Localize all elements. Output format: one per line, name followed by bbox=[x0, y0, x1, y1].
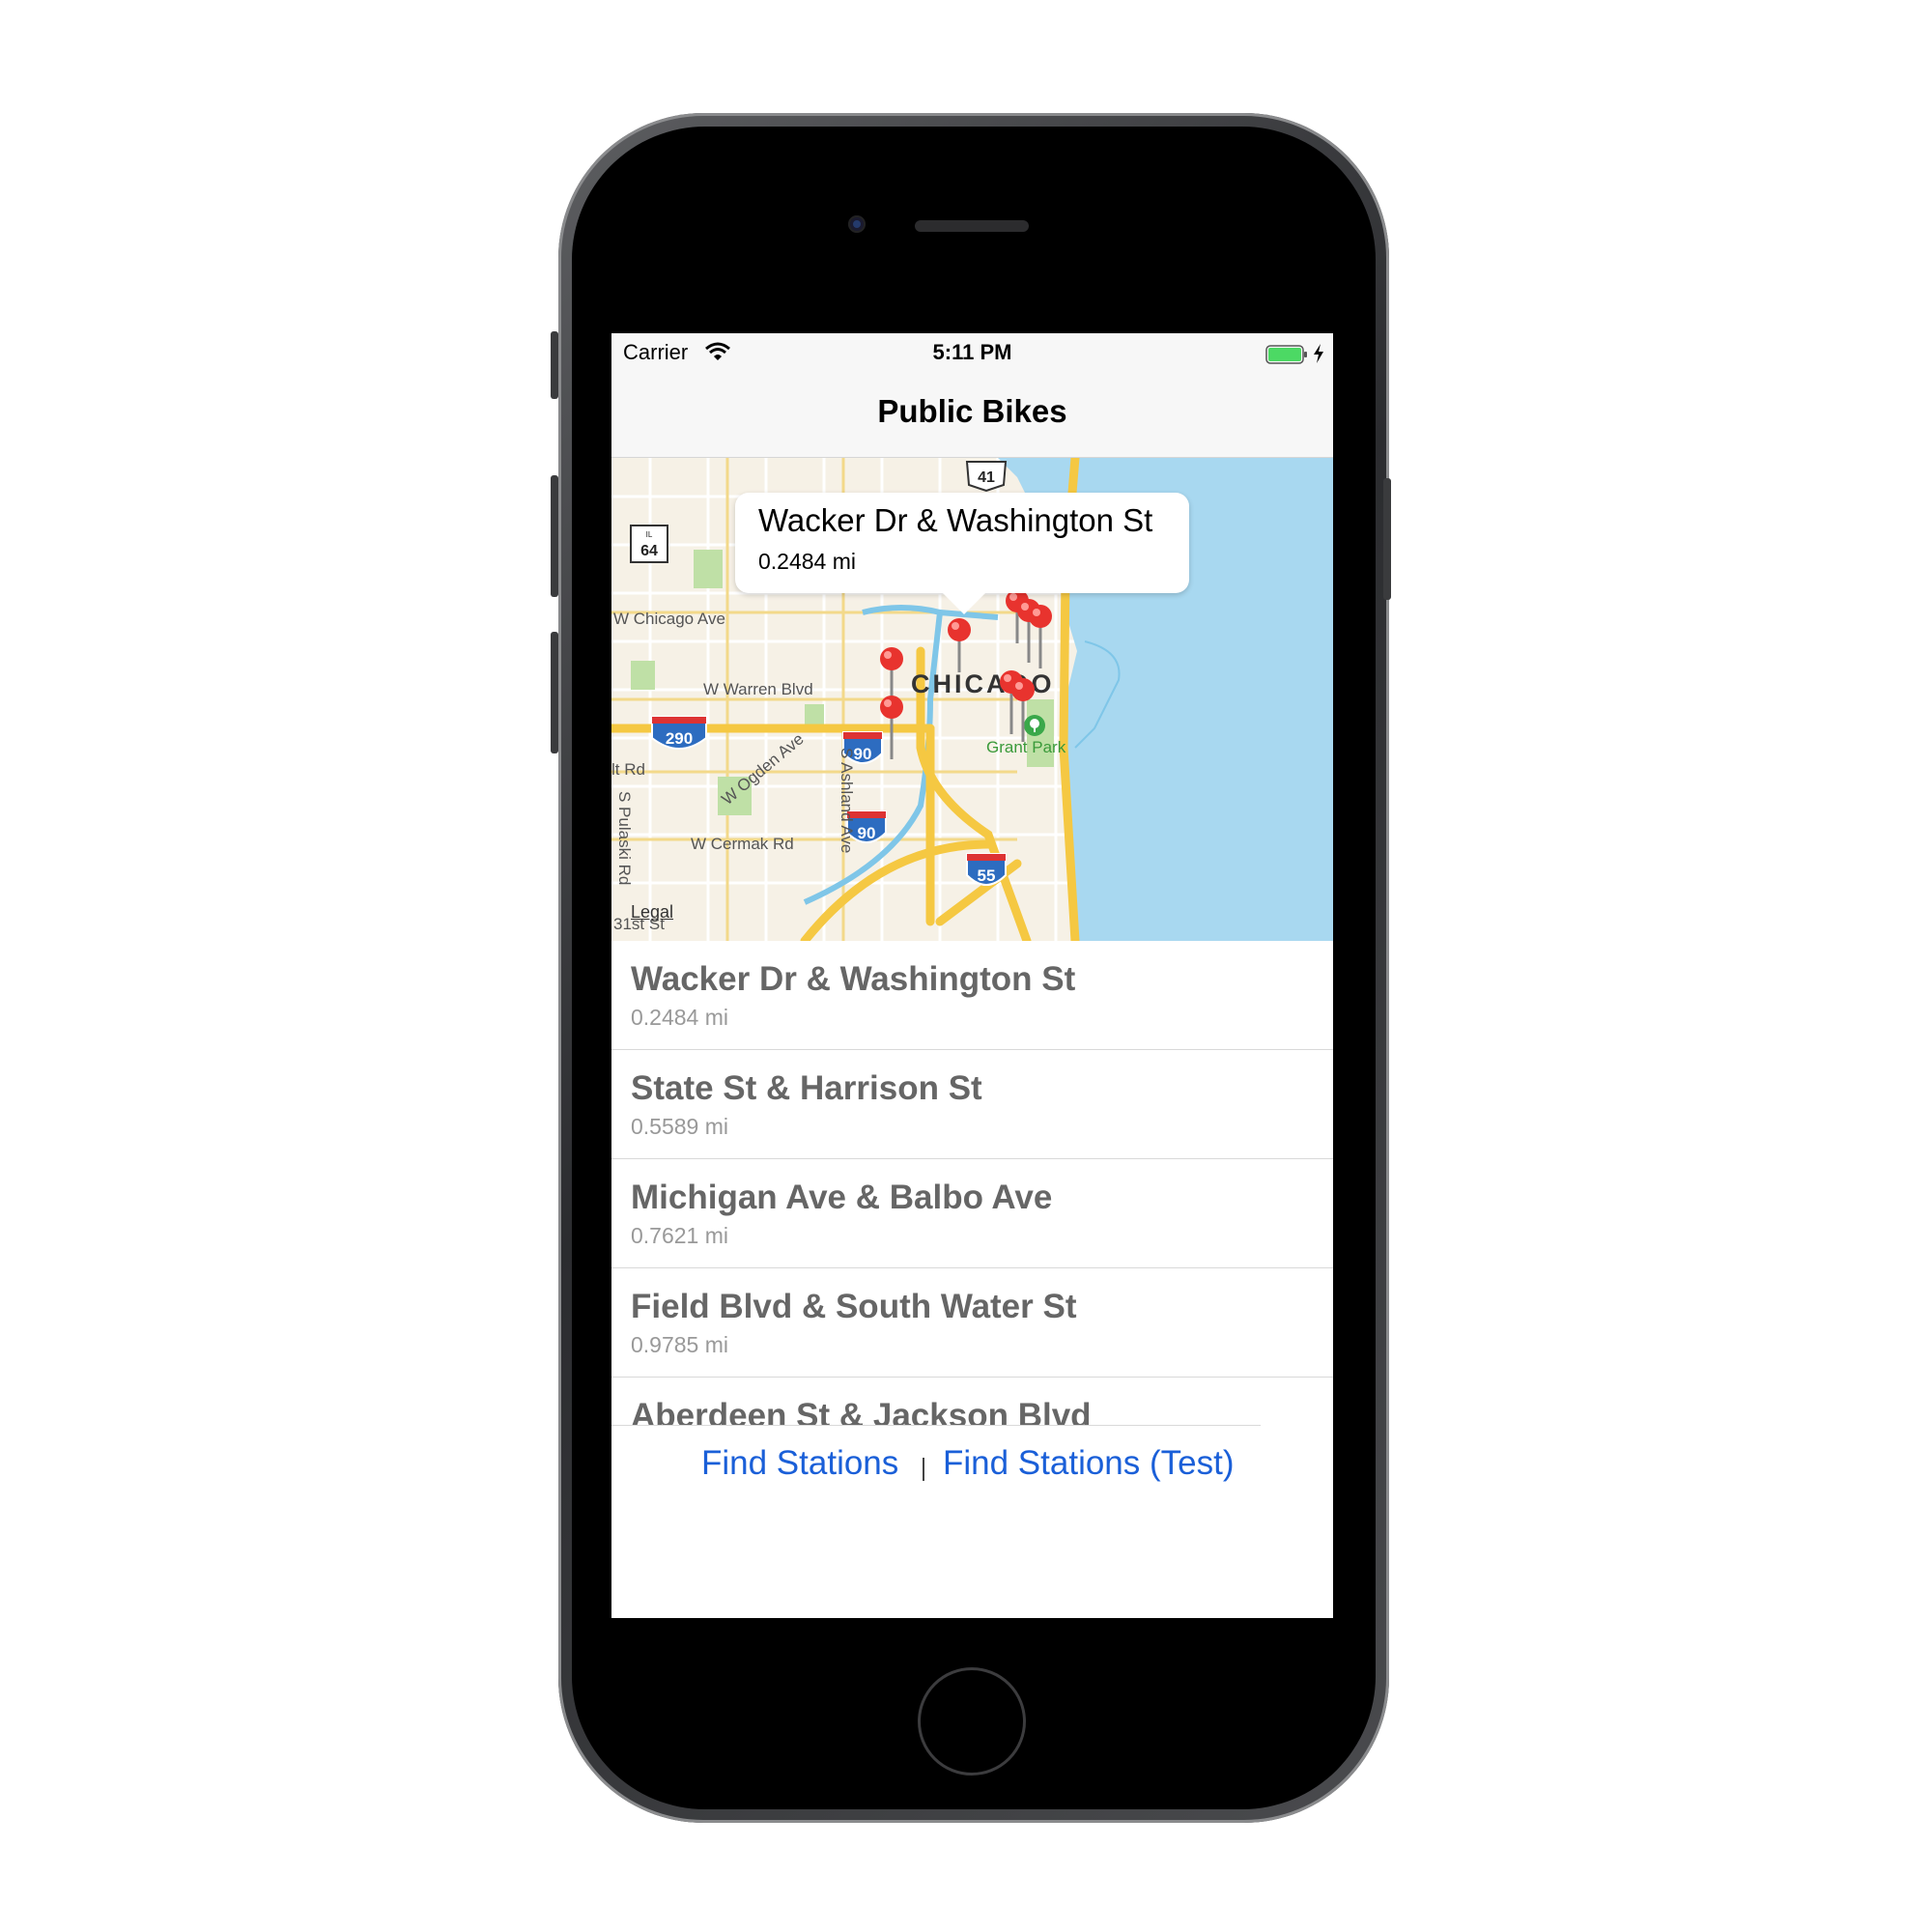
shield-i290: 290 bbox=[651, 716, 707, 750]
volume-down-button bbox=[551, 632, 558, 753]
station-name: Michigan Ave & Balbo Ave bbox=[631, 1179, 1053, 1216]
power-button bbox=[1383, 478, 1391, 600]
label-w-chicago-ave: W Chicago Ave bbox=[613, 610, 725, 628]
status-time: 5:11 PM bbox=[932, 340, 1012, 364]
label-s-pulaski-rd: S Pulaski Rd bbox=[615, 791, 634, 885]
station-name: Wacker Dr & Washington St bbox=[631, 960, 1076, 998]
list-item[interactable]: Michigan Ave & Balbo Ave 0.7621 mi bbox=[611, 1159, 1333, 1268]
callout-distance: 0.2484 mi bbox=[758, 549, 857, 574]
station-distance: 0.5589 mi bbox=[631, 1114, 729, 1139]
label-lt-rd: lt Rd bbox=[611, 760, 645, 779]
station-name: State St & Harrison St bbox=[631, 1069, 982, 1107]
shield-i290-label: 290 bbox=[666, 729, 693, 748]
station-name: Field Blvd & South Water St bbox=[631, 1288, 1077, 1325]
station-callout[interactable]: Wacker Dr & Washington St 0.2484 mi bbox=[735, 493, 1189, 614]
list-item[interactable]: State St & Harrison St 0.5589 mi bbox=[611, 1050, 1333, 1159]
station-list[interactable]: Wacker Dr & Washington St 0.2484 mi Stat… bbox=[611, 941, 1333, 1426]
shield-i55: 55 bbox=[966, 853, 1007, 886]
mute-switch bbox=[551, 331, 558, 399]
find-stations-button[interactable]: Find Stations bbox=[701, 1444, 898, 1483]
shield-us41-label: 41 bbox=[978, 469, 995, 486]
charging-bolt-icon bbox=[1314, 344, 1323, 363]
list-item[interactable]: Field Blvd & South Water St 0.9785 mi bbox=[611, 1268, 1333, 1378]
station-name: Aberdeen St & Jackson Blvd bbox=[631, 1397, 1092, 1426]
shield-il64-prefix: IL bbox=[646, 530, 653, 539]
action-bar: Find Stations Find Stations (Test) bbox=[611, 1444, 1333, 1502]
station-distance: 0.7621 mi bbox=[631, 1223, 729, 1248]
station-distance: 0.2484 mi bbox=[631, 1005, 729, 1030]
station-distance: 0.9785 mi bbox=[631, 1332, 729, 1357]
label-grant-park: Grant Park bbox=[986, 738, 1066, 756]
shield-il64: IL 64 bbox=[630, 525, 668, 563]
park-tree-icon bbox=[1024, 715, 1045, 736]
home-button[interactable] bbox=[918, 1667, 1026, 1776]
status-bar: Carrier 5:11 PM bbox=[611, 333, 1333, 372]
shield-il64-label: 64 bbox=[640, 543, 658, 559]
shield-us41: 41 bbox=[965, 461, 1008, 493]
navigation-bar: Public Bikes bbox=[611, 372, 1333, 458]
volume-up-button bbox=[551, 475, 558, 597]
button-separator bbox=[923, 1458, 924, 1481]
battery-icon bbox=[1265, 345, 1307, 364]
label-w-warren-blvd: W Warren Blvd bbox=[703, 680, 813, 698]
front-camera bbox=[848, 215, 866, 233]
shield-i55-label: 55 bbox=[978, 867, 996, 885]
shield-i90-south-label: 90 bbox=[858, 824, 876, 842]
label-w-cermak-rd: W Cermak Rd bbox=[691, 835, 794, 853]
list-divider bbox=[611, 1425, 1261, 1426]
page-title: Public Bikes bbox=[877, 393, 1067, 429]
list-item[interactable]: Aberdeen St & Jackson Blvd bbox=[611, 1378, 1333, 1426]
find-stations-test-button[interactable]: Find Stations (Test) bbox=[943, 1444, 1235, 1483]
app-screen: Carrier 5:11 PM Public Bikes 290 90 90 5… bbox=[611, 333, 1333, 1618]
list-item[interactable]: Wacker Dr & Washington St 0.2484 mi bbox=[611, 941, 1333, 1050]
label-s-ashland-ave: S Ashland Ave bbox=[838, 748, 856, 853]
map-view[interactable]: 290 90 90 55 41 IL 64 W Chicago Ave W Wa… bbox=[611, 458, 1333, 941]
callout-title: Wacker Dr & Washington St bbox=[758, 502, 1153, 538]
earpiece-speaker bbox=[915, 220, 1029, 232]
map-legal-link[interactable]: Legal bbox=[631, 902, 673, 923]
